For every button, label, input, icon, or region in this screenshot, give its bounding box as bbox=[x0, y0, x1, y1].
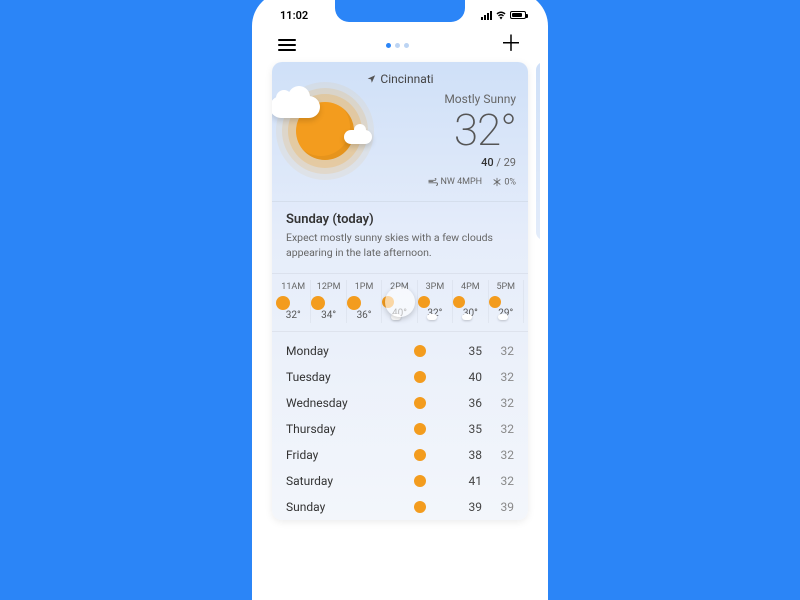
cloud-icon bbox=[344, 130, 372, 144]
wind-metric: NW 4MPH bbox=[428, 177, 482, 187]
sun-icon bbox=[414, 449, 426, 461]
page-dots[interactable] bbox=[386, 43, 409, 48]
daily-row[interactable]: Wednesday 36 32 bbox=[286, 390, 514, 416]
location[interactable]: Cincinnati bbox=[366, 72, 433, 86]
day-high: 40 bbox=[458, 370, 482, 384]
status-time: 11:02 bbox=[280, 9, 308, 22]
day-high: 39 bbox=[458, 500, 482, 514]
partly-cloudy-icon bbox=[489, 296, 523, 308]
weather-illustration bbox=[284, 90, 400, 187]
location-name: Cincinnati bbox=[380, 72, 433, 86]
today-summary: Sunday (today) Expect mostly sunny skies… bbox=[272, 201, 528, 273]
status-indicators bbox=[481, 11, 526, 20]
snowflake-icon bbox=[492, 177, 502, 187]
notch bbox=[335, 0, 465, 22]
day-high: 35 bbox=[458, 344, 482, 358]
hi-lo: 40 / 29 bbox=[400, 156, 516, 169]
day-name: Wednesday bbox=[286, 396, 414, 410]
partly-cloudy-icon bbox=[453, 296, 487, 308]
hour-time: 11AM bbox=[276, 282, 310, 292]
hour-cell[interactable]: 12PM 34° bbox=[311, 280, 346, 323]
hour-temp: 32° bbox=[286, 310, 301, 321]
sun-icon bbox=[414, 345, 426, 357]
next-card-peek[interactable] bbox=[536, 62, 540, 240]
hour-cell[interactable]: 3PM32° bbox=[418, 280, 453, 323]
day-high: 38 bbox=[458, 448, 482, 462]
sun-icon bbox=[276, 296, 310, 310]
hourly-forecast[interactable]: 11AM 32° 12PM 34° 1PM 36° 2PM40°3PM32°4PM30°5P… bbox=[272, 274, 528, 332]
partly-cloudy-icon bbox=[418, 296, 452, 308]
daily-row[interactable]: Friday 38 32 bbox=[286, 442, 514, 468]
sun-icon bbox=[414, 371, 426, 383]
sun-icon bbox=[414, 501, 426, 513]
hour-cell[interactable]: 2PM40° bbox=[382, 280, 417, 323]
hour-time: 4PM bbox=[453, 282, 487, 292]
daily-row[interactable]: Tuesday 40 32 bbox=[286, 364, 514, 390]
hour-time: 5PM bbox=[489, 282, 523, 292]
day-low: 32 bbox=[490, 396, 514, 410]
hour-time: 12PM bbox=[311, 282, 345, 292]
day-low: 32 bbox=[490, 474, 514, 488]
hour-cell[interactable]: 5PM29° bbox=[489, 280, 524, 323]
cloud-icon bbox=[272, 96, 320, 118]
day-name: Friday bbox=[286, 448, 414, 462]
day-name: Sunday bbox=[286, 500, 414, 514]
daily-row[interactable]: Sunday 39 39 bbox=[286, 494, 514, 520]
hour-cell[interactable]: 4PM30° bbox=[453, 280, 488, 323]
day-name: Monday bbox=[286, 344, 414, 358]
day-name: Saturday bbox=[286, 474, 414, 488]
day-low: 32 bbox=[490, 422, 514, 436]
sun-icon bbox=[414, 475, 426, 487]
wind-icon bbox=[428, 178, 438, 186]
phone-frame: 11:02 ＋ Cincinnati bbox=[260, 0, 540, 600]
daily-row[interactable]: Saturday 41 32 bbox=[286, 468, 514, 494]
sun-icon bbox=[414, 397, 426, 409]
daily-row[interactable]: Monday 35 32 bbox=[286, 338, 514, 364]
nav-bar: ＋ bbox=[260, 30, 540, 62]
hour-temp: 36° bbox=[357, 310, 372, 321]
signal-icon bbox=[481, 11, 492, 20]
day-name: Tuesday bbox=[286, 370, 414, 384]
today-desc: Expect mostly sunny skies with a few clo… bbox=[286, 231, 514, 260]
today-title: Sunday (today) bbox=[286, 212, 514, 227]
partly-cloudy-icon bbox=[382, 296, 416, 308]
sun-icon bbox=[311, 296, 345, 310]
wifi-icon bbox=[495, 11, 507, 20]
sun-icon bbox=[347, 296, 381, 310]
daily-forecast[interactable]: Monday3532Tuesday4032Wednesday3632Thursd… bbox=[272, 332, 528, 520]
location-arrow-icon bbox=[366, 74, 376, 84]
hour-temp: 34° bbox=[321, 310, 336, 321]
hour-cell[interactable]: 11AM 32° bbox=[276, 280, 311, 323]
current-temp: 32° bbox=[400, 108, 516, 152]
sun-icon bbox=[414, 423, 426, 435]
daily-row[interactable]: Thursday 35 32 bbox=[286, 416, 514, 442]
day-low: 32 bbox=[490, 344, 514, 358]
hero: Cincinnati Mostly Sunny 32° 40 / 29 bbox=[272, 62, 528, 201]
day-low: 39 bbox=[490, 500, 514, 514]
precip-metric: 0% bbox=[492, 177, 516, 187]
day-high: 41 bbox=[458, 474, 482, 488]
weather-card: Cincinnati Mostly Sunny 32° 40 / 29 bbox=[272, 62, 528, 520]
day-name: Thursday bbox=[286, 422, 414, 436]
menu-button[interactable] bbox=[278, 39, 296, 51]
hour-time: 3PM bbox=[418, 282, 452, 292]
battery-icon bbox=[510, 11, 526, 19]
day-low: 32 bbox=[490, 370, 514, 384]
hour-time: 1PM bbox=[347, 282, 381, 292]
day-high: 36 bbox=[458, 396, 482, 410]
hour-cell[interactable]: 1PM 36° bbox=[347, 280, 382, 323]
hour-time: 2PM bbox=[382, 282, 416, 292]
low-temp: 29 bbox=[504, 156, 516, 169]
day-high: 35 bbox=[458, 422, 482, 436]
day-low: 32 bbox=[490, 448, 514, 462]
add-button[interactable]: ＋ bbox=[500, 34, 522, 56]
high-temp: 40 bbox=[481, 156, 494, 169]
